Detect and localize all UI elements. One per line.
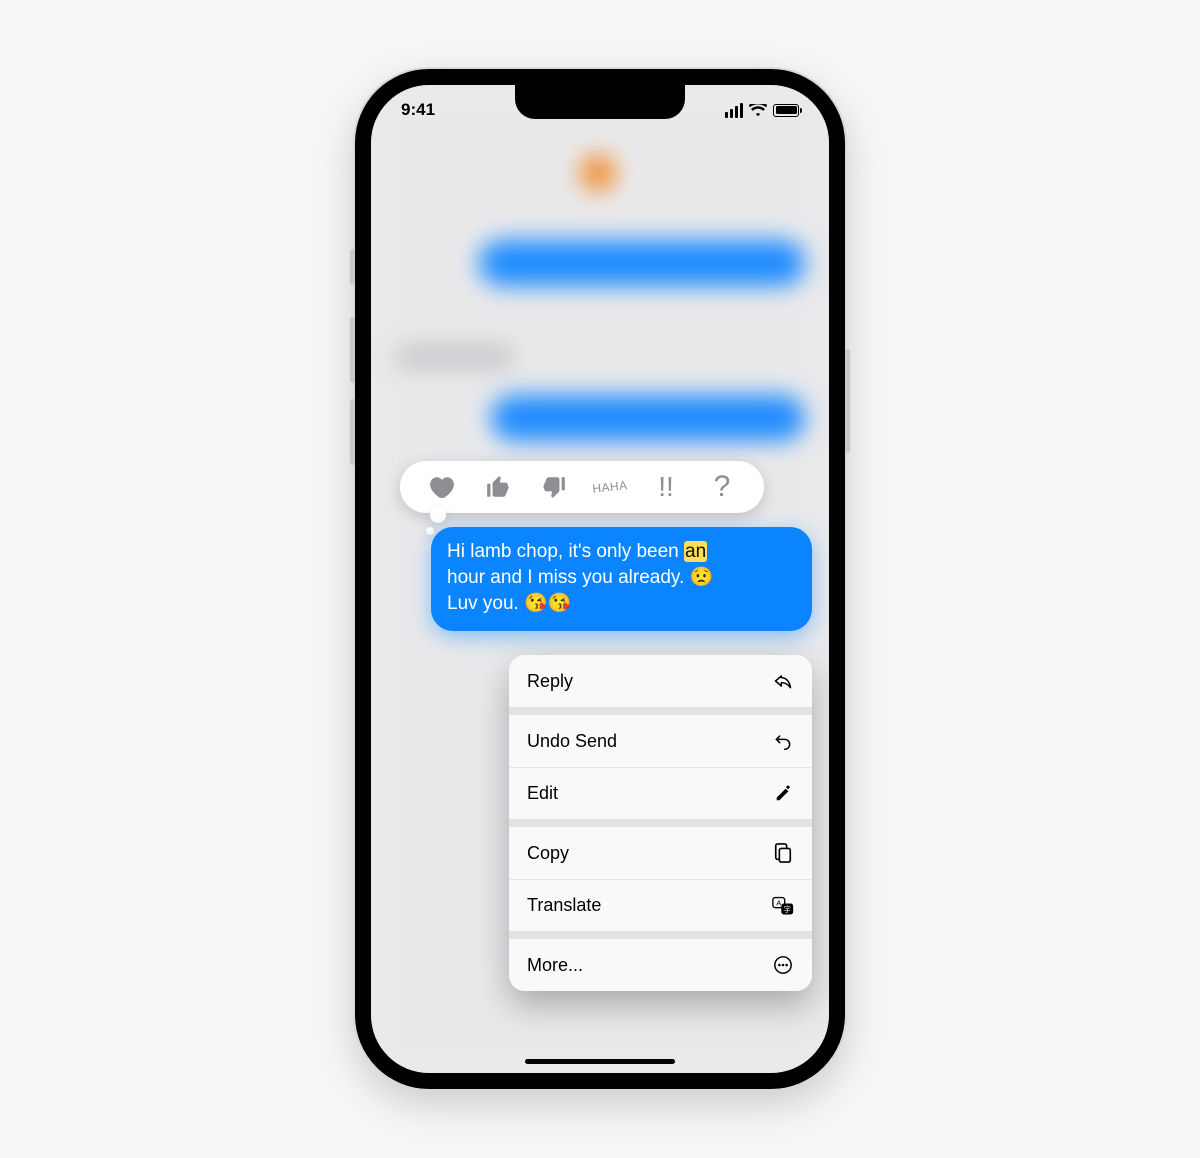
tapback-reaction-bar: HAHA !! ? (400, 461, 764, 513)
message-context-menu: Reply Undo Send Edit (509, 655, 812, 991)
menu-label: Edit (527, 783, 558, 804)
volume-up-button (350, 317, 355, 383)
tapback-exclaim[interactable]: !! (644, 465, 688, 509)
menu-label: Copy (527, 843, 569, 864)
undo-icon (772, 730, 794, 752)
message-text: Hi lamb chop, it's only been (447, 541, 684, 562)
volume-down-button (350, 399, 355, 465)
tapback-thumbs-down[interactable] (532, 465, 576, 509)
menu-label: Translate (527, 895, 601, 916)
selected-message-bubble[interactable]: Hi lamb chop, it's only been an hour and… (431, 527, 812, 631)
menu-item-more[interactable]: More... (509, 939, 812, 991)
menu-item-translate[interactable]: Translate A 字 (509, 879, 812, 931)
menu-label: Undo Send (527, 731, 617, 752)
screen: 9:41 (371, 85, 829, 1073)
iphone-device-frame: 9:41 (355, 69, 845, 1089)
menu-item-reply[interactable]: Reply (509, 655, 812, 707)
bubble-tail-icon (792, 606, 814, 628)
reply-icon (772, 670, 794, 692)
message-text: Luv you. 😘😘 (447, 593, 571, 614)
more-icon (772, 954, 794, 976)
silence-switch (350, 249, 355, 285)
wifi-icon (749, 104, 767, 117)
menu-item-edit[interactable]: Edit (509, 767, 812, 819)
cellular-signal-icon (725, 103, 743, 118)
translate-icon: A 字 (772, 895, 794, 917)
tapback-haha[interactable]: HAHA (586, 463, 634, 511)
highlight-an: an (684, 541, 707, 562)
status-time: 9:41 (401, 100, 435, 120)
menu-label: More... (527, 955, 583, 976)
power-button (845, 349, 850, 453)
tapback-thumbs-up[interactable] (476, 465, 520, 509)
copy-icon (772, 842, 794, 864)
battery-icon (773, 104, 799, 117)
menu-label: Reply (527, 671, 573, 692)
edit-icon (772, 783, 794, 805)
notch (515, 85, 685, 119)
message-text: hour and I miss you already. 😟 (447, 567, 713, 588)
menu-item-copy[interactable]: Copy (509, 827, 812, 879)
svg-text:字: 字 (783, 903, 791, 913)
tapback-heart[interactable] (420, 465, 464, 509)
menu-item-undo-send[interactable]: Undo Send (509, 715, 812, 767)
home-indicator[interactable] (525, 1059, 675, 1064)
tapback-question[interactable]: ? (700, 465, 744, 509)
